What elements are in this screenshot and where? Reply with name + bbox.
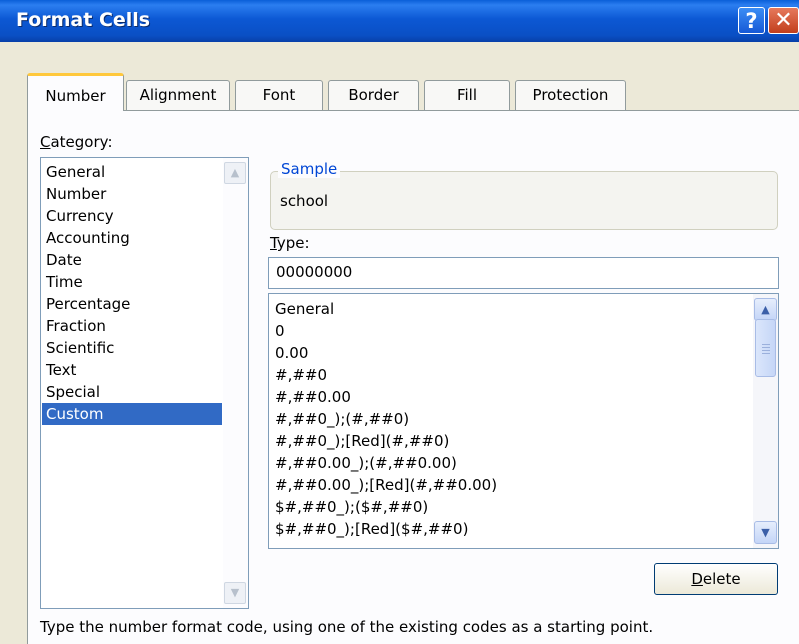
type-label: Type: [270, 234, 310, 252]
help-button[interactable]: ? [738, 7, 765, 34]
category-item-general[interactable]: General [46, 161, 222, 183]
format-item[interactable]: 0 [275, 320, 285, 342]
format-item[interactable]: #,##0_);(#,##0) [275, 408, 409, 430]
category-item-time[interactable]: Time [46, 271, 222, 293]
format-item[interactable]: #,##0.00_);[Red](#,##0.00) [275, 474, 497, 496]
format-item[interactable]: #,##0_);[Red](#,##0) [275, 430, 449, 452]
delete-label: elete [702, 570, 741, 588]
category-item-special[interactable]: Special [46, 381, 222, 403]
scroll-down-icon[interactable]: ▼ [224, 582, 246, 604]
sample-group [270, 171, 778, 230]
category-label-mnemonic: C [40, 133, 51, 151]
delete-mnemonic: D [691, 570, 703, 588]
tab-number[interactable]: Number [27, 73, 124, 111]
format-item[interactable]: $#,##0_);[Red]($#,##0) [275, 518, 468, 540]
format-hint: Type the number format code, using one o… [40, 618, 654, 636]
grip-line [762, 350, 770, 351]
type-input[interactable]: 00000000 [268, 257, 779, 289]
sample-legend: Sample [278, 160, 341, 178]
category-item-text[interactable]: Text [46, 359, 222, 381]
format-item[interactable]: #,##0.00 [275, 386, 351, 408]
format-item[interactable]: 0.00 [275, 342, 308, 364]
tab-font[interactable]: Font [235, 80, 323, 111]
category-scrollbar[interactable]: ▲ ▼ [223, 158, 248, 608]
grip-line [762, 353, 770, 354]
tab-label: Number [45, 87, 106, 105]
category-item-percentage[interactable]: Percentage [46, 293, 222, 315]
scroll-up-icon[interactable]: ▲ [224, 162, 246, 184]
title-bar[interactable]: Format Cells ? ✕ [0, 0, 799, 42]
category-list[interactable]: General Number Currency Accounting Date … [40, 157, 249, 609]
tab-protection[interactable]: Protection [515, 80, 626, 111]
sample-value: school [280, 192, 329, 210]
tab-label: Alignment [139, 86, 217, 104]
tab-fill[interactable]: Fill [424, 80, 510, 111]
format-item[interactable]: #,##0.00_);(#,##0.00) [275, 452, 457, 474]
help-icon: ? [745, 9, 758, 33]
tab-label: Protection [532, 86, 609, 104]
format-item[interactable]: General [275, 298, 334, 320]
close-button[interactable]: ✕ [768, 7, 799, 34]
format-list[interactable]: General 0 0.00 #,##0 #,##0.00 #,##0_);(#… [268, 293, 779, 549]
window-title: Format Cells [16, 9, 151, 31]
category-item-fraction[interactable]: Fraction [46, 315, 222, 337]
category-item-custom[interactable]: Custom [42, 403, 222, 425]
type-label-text: ype: [276, 234, 310, 252]
category-item-scientific[interactable]: Scientific [46, 337, 222, 359]
close-icon: ✕ [774, 8, 793, 33]
tab-label: Fill [456, 86, 478, 104]
category-item-number[interactable]: Number [46, 183, 222, 205]
tab-alignment[interactable]: Alignment [126, 80, 230, 111]
delete-button[interactable]: Delete [654, 563, 778, 595]
category-item-accounting[interactable]: Accounting [46, 227, 222, 249]
tab-label: Border [348, 86, 399, 104]
category-item-currency[interactable]: Currency [46, 205, 222, 227]
tab-border[interactable]: Border [328, 80, 419, 111]
grip-line [762, 344, 770, 345]
type-label-mnemonic: T [270, 234, 277, 252]
tab-label: Font [262, 86, 296, 104]
format-item[interactable]: #,##0 [275, 364, 327, 386]
grip-line [762, 347, 770, 348]
category-label-text: ategory: [50, 133, 113, 151]
scroll-thumb[interactable] [755, 319, 776, 377]
scroll-up-icon[interactable]: ▲ [754, 298, 777, 321]
category-label: Category: [40, 133, 113, 151]
format-item[interactable]: $#,##0_);($#,##0) [275, 496, 428, 518]
scroll-down-icon[interactable]: ▼ [754, 521, 777, 544]
format-scrollbar[interactable]: ▲ ▼ [753, 294, 778, 548]
category-item-date[interactable]: Date [46, 249, 222, 271]
